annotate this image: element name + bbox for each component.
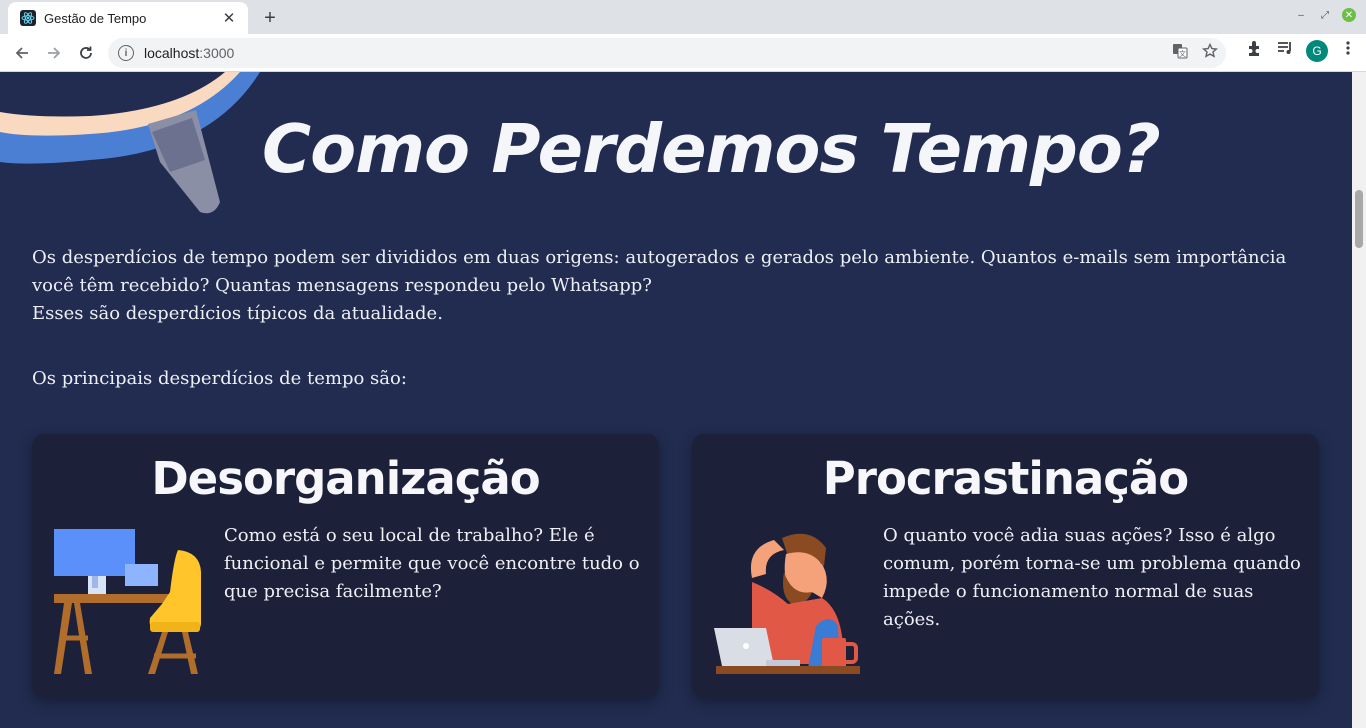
- restore-icon[interactable]: ⤢: [1318, 8, 1332, 22]
- card-procrastinacao: Procrastinação O quanto você adia suas a…: [692, 434, 1319, 698]
- browser-tab[interactable]: Gestão de Tempo ✕: [8, 2, 248, 34]
- browser-toolbar: i localhost:3000 文 G: [0, 34, 1366, 72]
- page-content: Como Perdemos Tempo? Os desperdícios de …: [0, 72, 1352, 728]
- scrollbar[interactable]: [1352, 72, 1366, 728]
- reload-icon[interactable]: [72, 39, 100, 67]
- close-icon[interactable]: ✕: [220, 9, 238, 27]
- stressed-man-laptop-illustration: [714, 533, 860, 674]
- tab-title: Gestão de Tempo: [44, 10, 147, 26]
- svg-text:文: 文: [1179, 49, 1186, 58]
- window-close-icon[interactable]: ✕: [1342, 8, 1356, 22]
- clock-decoration: [0, 72, 260, 214]
- extensions-icon[interactable]: [1246, 39, 1264, 62]
- scrollbar-thumb[interactable]: [1355, 190, 1363, 248]
- card-desorganizacao: Desorganização Como está o seu local de …: [32, 434, 659, 698]
- window-controls: – ⤢ ✕: [1294, 8, 1356, 22]
- intro-paragraph: Os desperdícios de tempo podem ser divid…: [32, 247, 1287, 296]
- url-text: localhost:3000: [144, 45, 234, 61]
- media-icon[interactable]: [1276, 39, 1294, 62]
- menu-icon[interactable]: [1340, 39, 1356, 62]
- translate-icon[interactable]: 文: [1172, 43, 1188, 64]
- intro-paragraph-2: Esses são desperdícios típicos da atuali…: [32, 303, 443, 324]
- back-icon[interactable]: [8, 39, 36, 67]
- intro-text: Os desperdícios de tempo podem ser divid…: [32, 244, 1322, 328]
- desk-workspace-illustration: [54, 529, 201, 674]
- star-icon[interactable]: [1201, 42, 1219, 64]
- forward-icon[interactable]: [40, 39, 68, 67]
- plus-icon[interactable]: +: [258, 6, 282, 30]
- address-bar[interactable]: i localhost:3000 文: [108, 38, 1226, 68]
- card-text: Como está o seu local de trabalho? Ele é…: [224, 525, 640, 602]
- avatar[interactable]: G: [1306, 39, 1328, 62]
- url-host: localhost: [144, 45, 200, 61]
- react-favicon-icon: [20, 10, 36, 26]
- info-icon[interactable]: i: [118, 45, 134, 61]
- card-title: Procrastinação: [822, 452, 1189, 505]
- url-port: :3000: [199, 45, 235, 61]
- page-title: Como Perdemos Tempo?: [262, 110, 1161, 188]
- card-text: O quanto você adia suas ações? Isso é al…: [883, 525, 1301, 630]
- tab-strip: Gestão de Tempo ✕ + – ⤢ ✕: [0, 0, 1366, 34]
- card-title: Desorganização: [151, 452, 540, 505]
- section-lead: Os principais desperdícios de tempo são:: [32, 368, 407, 389]
- minimize-icon[interactable]: –: [1294, 8, 1308, 22]
